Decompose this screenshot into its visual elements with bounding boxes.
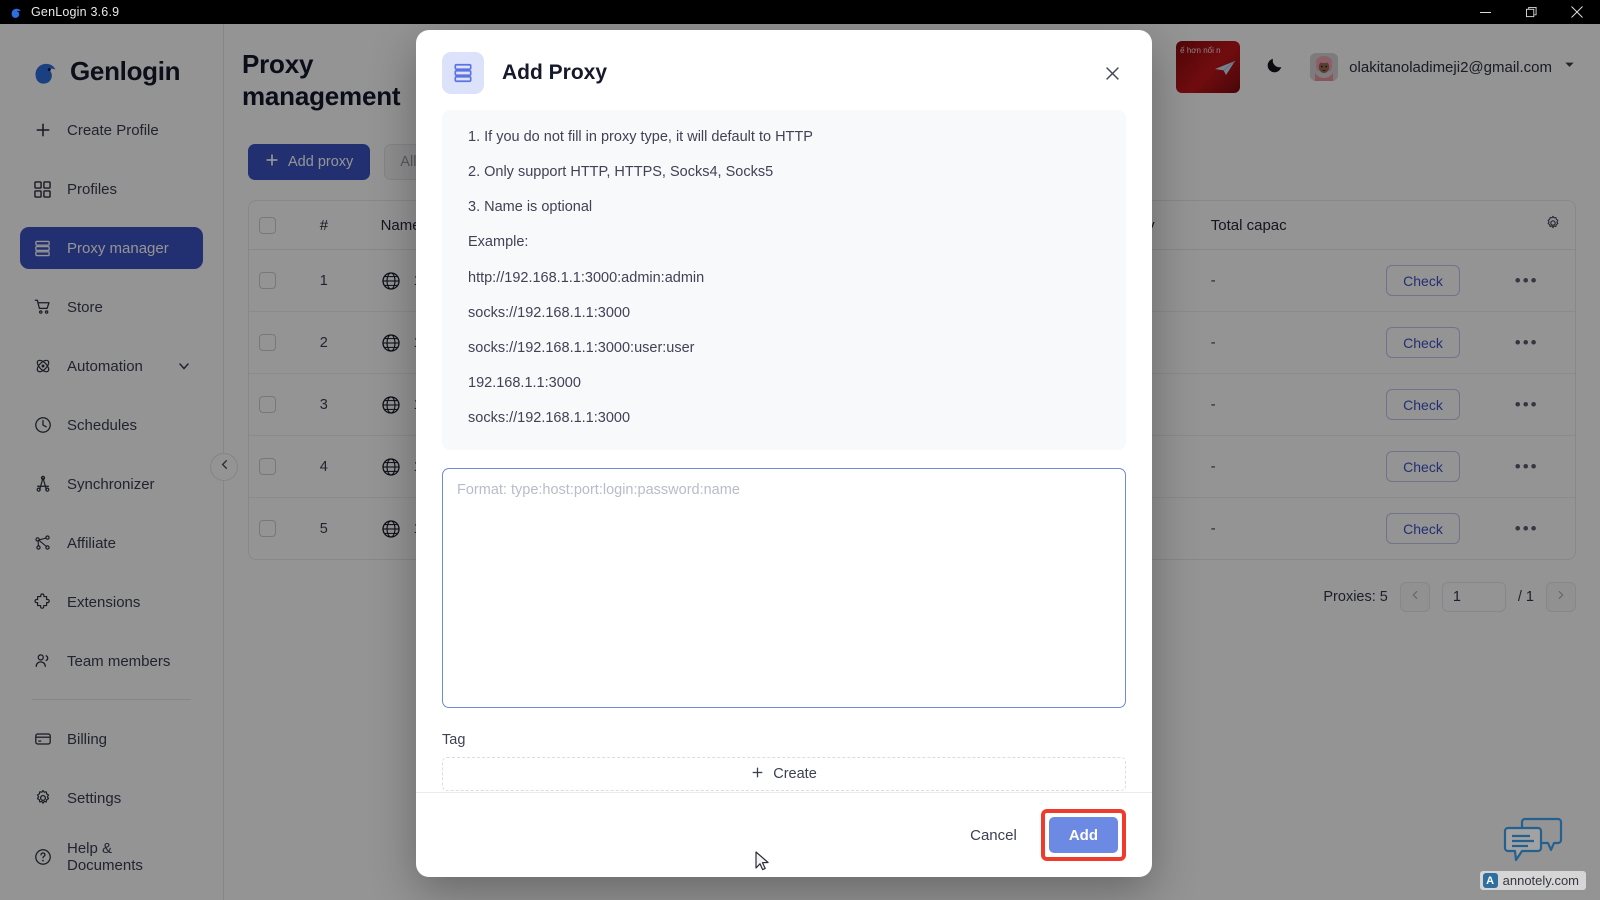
hint-line: 1. If you do not fill in proxy type, it … (468, 129, 813, 145)
window-controls (1462, 0, 1600, 24)
window-title: GenLogin 3.6.9 (31, 5, 120, 19)
proxy-list-textarea[interactable] (442, 468, 1126, 709)
close-icon[interactable] (1098, 59, 1126, 87)
annotely-watermark: A annotely.com (1479, 816, 1586, 890)
hint-line: 192.168.1.1:3000 (468, 374, 581, 391)
hint-line: 3. Name is optional (468, 199, 593, 216)
maximize-icon[interactable] (1508, 0, 1554, 24)
mouse-cursor (755, 851, 771, 878)
cancel-button[interactable]: Cancel (954, 819, 1033, 852)
app-root: GenLogin 3.6.9 Genlogin Create Profile P… (0, 0, 1600, 900)
hint-line: Example: (468, 234, 529, 251)
annotely-logo-icon: A (1482, 873, 1498, 888)
plus-icon (751, 766, 764, 783)
add-button-highlight: Add (1040, 809, 1126, 861)
hint-line: 2. Only support HTTP, HTTPS, Socks4, Soc… (468, 164, 774, 181)
annotely-badge: A annotely.com (1479, 871, 1586, 890)
create-tag-label: Create (773, 766, 817, 783)
hint-line: socks://192.168.1.1:3000 (468, 410, 631, 426)
add-proxy-modal: Add Proxy 1. If you do not fill in proxy… (416, 30, 1152, 877)
create-tag-button[interactable]: Create (442, 757, 1126, 792)
minimize-icon[interactable] (1462, 0, 1508, 24)
close-icon[interactable] (1554, 0, 1600, 24)
annotely-text: annotely.com (1502, 873, 1579, 888)
server-stack-icon (442, 52, 484, 94)
proxy-format-hints: 1. If you do not fill in proxy type, it … (442, 110, 1126, 451)
hint-line: http://192.168.1.1:3000:admin:admin (468, 269, 705, 286)
modal-body: 1. If you do not fill in proxy type, it … (416, 110, 1152, 792)
hint-line: socks://192.168.1.1:3000 (468, 304, 631, 321)
modal-footer: Cancel Add (416, 792, 1152, 877)
chat-bubbles-icon (1502, 816, 1564, 869)
modal-header: Add Proxy (416, 30, 1152, 110)
window-titlebar: GenLogin 3.6.9 (0, 0, 1600, 24)
hint-line: socks://192.168.1.1:3000:user:user (468, 339, 695, 356)
app-logo-icon (9, 5, 23, 19)
add-button[interactable]: Add (1048, 817, 1118, 853)
modal-title: Add Proxy (502, 61, 608, 84)
tag-label: Tag (442, 732, 466, 749)
